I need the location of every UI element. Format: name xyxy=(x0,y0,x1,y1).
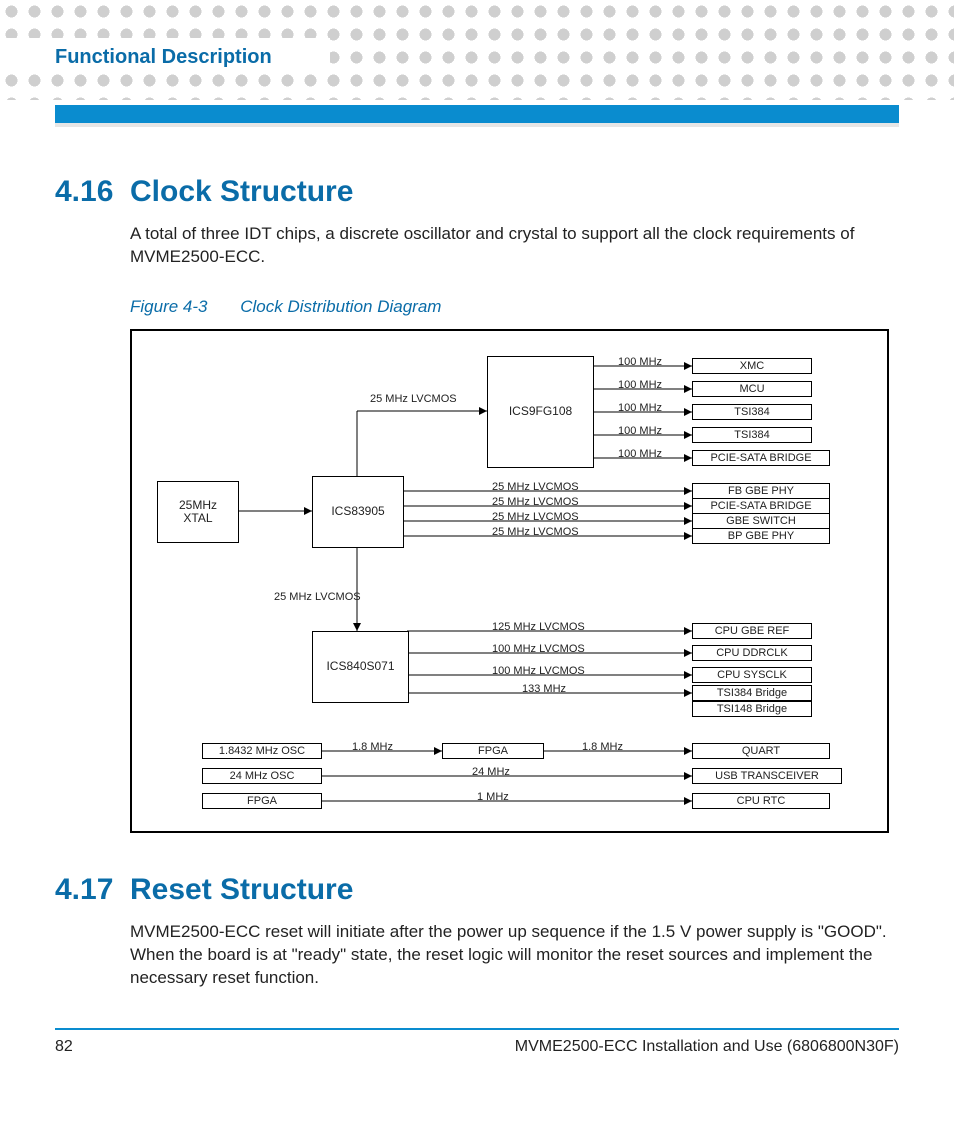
out-quart: QUART xyxy=(692,743,830,759)
out-tsi148br: TSI148 Bridge xyxy=(692,701,812,717)
lbl-839-f2: 25 MHz LVCMOS xyxy=(492,496,579,508)
fpga-mid: FPGA xyxy=(442,743,544,759)
out-tsi384br: TSI384 Bridge xyxy=(692,685,812,701)
page-number: 82 xyxy=(55,1038,73,1056)
out-tsi384b: TSI384 xyxy=(692,427,812,443)
header-rule xyxy=(55,105,899,127)
clock-distribution-diagram: 25MHz XTAL ICS83905 ICS9FG108 ICS840S071… xyxy=(130,329,889,833)
lbl-r2f: 24 MHz xyxy=(472,766,510,778)
out-xmc: XMC xyxy=(692,358,812,374)
block-ics83905: ICS83905 xyxy=(312,476,404,548)
chapter-title: Functional Description xyxy=(0,0,954,69)
out-gbeswitch: GBE SWITCH xyxy=(692,513,830,529)
out-cpurtc: CPU RTC xyxy=(692,793,830,809)
out-cpuddrclk: CPU DDRCLK xyxy=(692,645,812,661)
out-usb: USB TRANSCEIVER xyxy=(692,768,842,784)
out-pciesata2: PCIE-SATA BRIDGE xyxy=(692,498,830,514)
out-cpusysclk: CPU SYSCLK xyxy=(692,667,812,683)
doc-title: MVME2500-ECC Installation and Use (68068… xyxy=(515,1038,899,1056)
section-title-417: Reset Structure xyxy=(130,873,353,907)
osc-24: 24 MHz OSC xyxy=(202,768,322,784)
lbl-9fg-f2: 100 MHz xyxy=(618,379,662,391)
block-ics840s071: ICS840S071 xyxy=(312,631,409,703)
lbl-840-f1: 125 MHz LVCMOS xyxy=(492,621,585,633)
out-pciesata: PCIE-SATA BRIDGE xyxy=(692,450,830,466)
section-number-417: 4.17 xyxy=(55,873,130,907)
out-cpuref: CPU GBE REF xyxy=(692,623,812,639)
figure-title: Clock Distribution Diagram xyxy=(240,297,441,316)
lbl-lvcmos-down: 25 MHz LVCMOS xyxy=(274,591,361,603)
osc-18432: 1.8432 MHz OSC xyxy=(202,743,322,759)
lbl-9fg-f4: 100 MHz xyxy=(618,425,662,437)
section-title: Clock Structure xyxy=(130,175,353,209)
figure-label: Figure 4-3 xyxy=(130,297,207,316)
lbl-840-f2: 100 MHz LVCMOS xyxy=(492,643,585,655)
section-reset-structure: 4.17 Reset Structure MVME2500-ECC reset … xyxy=(55,873,899,990)
fpga-btm: FPGA xyxy=(202,793,322,809)
lbl-r3f: 1 MHz xyxy=(477,791,509,803)
lbl-9fg-f1: 100 MHz xyxy=(618,356,662,368)
section-body: A total of three IDT chips, a discrete o… xyxy=(130,223,899,269)
lbl-r1f: 1.8 MHz xyxy=(352,741,393,753)
out-bpgbephy: BP GBE PHY xyxy=(692,528,830,544)
lbl-839-f3: 25 MHz LVCMOS xyxy=(492,511,579,523)
lbl-r1rf: 1.8 MHz xyxy=(582,741,623,753)
lbl-9fg-f5: 100 MHz xyxy=(618,448,662,460)
lbl-840-f3: 100 MHz LVCMOS xyxy=(492,665,585,677)
block-xtal: 25MHz XTAL xyxy=(157,481,239,543)
out-tsi384a: TSI384 xyxy=(692,404,812,420)
out-mcu: MCU xyxy=(692,381,812,397)
section-body-417: MVME2500-ECC reset will initiate after t… xyxy=(130,921,899,990)
lbl-839-f4: 25 MHz LVCMOS xyxy=(492,526,579,538)
section-clock-structure: 4.16 Clock Structure A total of three ID… xyxy=(55,175,899,833)
figure-caption: Figure 4-3 Clock Distribution Diagram xyxy=(130,297,899,317)
lbl-840-f4: 133 MHz xyxy=(522,683,566,695)
lbl-839-f1: 25 MHz LVCMOS xyxy=(492,481,579,493)
block-ics9fg108: ICS9FG108 xyxy=(487,356,594,468)
page-footer: 82 MVME2500-ECC Installation and Use (68… xyxy=(55,1028,899,1056)
lbl-lvcmos-up: 25 MHz LVCMOS xyxy=(370,393,457,405)
lbl-9fg-f3: 100 MHz xyxy=(618,402,662,414)
section-number: 4.16 xyxy=(55,175,130,209)
out-fbgbephy: FB GBE PHY xyxy=(692,483,830,499)
